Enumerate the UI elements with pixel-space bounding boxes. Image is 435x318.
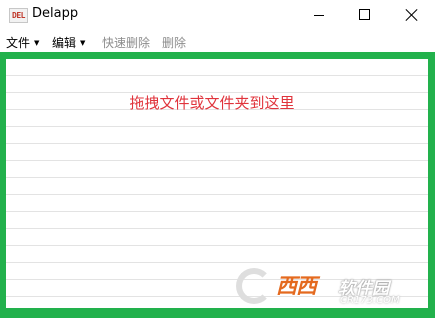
chevron-down-icon: ▼ xyxy=(34,39,40,47)
drop-hint: 拖拽文件或文件夹到这里 xyxy=(129,94,295,112)
watermark-c-icon xyxy=(236,268,272,304)
close-button[interactable] xyxy=(389,0,435,30)
maximize-icon xyxy=(359,9,370,20)
minimize-icon xyxy=(314,15,324,16)
menu-edit-label: 编辑 xyxy=(52,36,77,50)
menu-delete[interactable]: 删除 xyxy=(162,34,186,51)
watermark-url: CR173.COM xyxy=(340,295,400,306)
watermark-brand: 西西 xyxy=(276,274,317,298)
app-icon: DEL xyxy=(9,8,28,23)
app-window: DEL Delapp 文件 ▼ 编辑 ▼ 快速删除 删除 拖拽文件或文件夹到这里 西… xyxy=(0,0,435,318)
maximize-button[interactable] xyxy=(342,0,388,30)
menu-edit[interactable]: 编辑 ▼ xyxy=(52,34,85,51)
watermark-logo: 西西 软件园 CR173.COM xyxy=(232,268,422,308)
minimize-button[interactable] xyxy=(296,0,342,30)
menu-bar: 文件 ▼ 编辑 ▼ 快速删除 删除 xyxy=(0,30,435,52)
chevron-down-icon: ▼ xyxy=(80,39,86,47)
window-title: Delapp xyxy=(32,6,79,21)
menu-file[interactable]: 文件 ▼ xyxy=(6,34,39,51)
menu-file-label: 文件 xyxy=(6,36,31,50)
title-bar[interactable]: DEL Delapp xyxy=(0,0,435,30)
close-icon xyxy=(405,8,419,22)
menu-quick-delete[interactable]: 快速删除 xyxy=(102,34,150,51)
